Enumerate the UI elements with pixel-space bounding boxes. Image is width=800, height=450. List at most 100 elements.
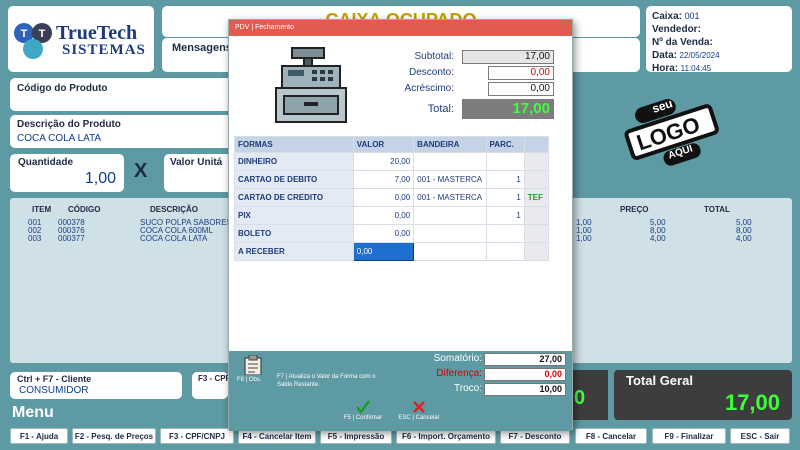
- vendedor-label: Vendedor:: [652, 24, 701, 35]
- quantity-value: 1,00: [84, 170, 116, 187]
- client-label: Ctrl + F7 - Cliente: [17, 374, 92, 384]
- payment-value[interactable]: 0,00: [352, 242, 415, 261]
- product-description-field: Descrição do Produto COCA COLA LATA: [10, 115, 232, 148]
- cancel-label: ESC | Cancelar: [398, 415, 440, 421]
- cancel-button[interactable]: ESC | Cancelar: [397, 399, 441, 427]
- payment-installments[interactable]: 1: [485, 206, 525, 225]
- cpf-field[interactable]: F3 - CPF: [192, 372, 228, 399]
- payment-installments[interactable]: 1: [485, 188, 525, 207]
- payment-value[interactable]: 0,00: [352, 188, 415, 207]
- sales-preco: 4,00: [650, 234, 666, 243]
- payment-row[interactable]: CARTAO DE DEBITO 7,00 001 - MASTERCA 1: [234, 170, 550, 189]
- quantity-label: Quantidade: [18, 157, 74, 168]
- col-parc: PARC.: [485, 136, 525, 153]
- menu-key-1[interactable]: F1 - Ajuda: [10, 428, 68, 444]
- discount-label: Desconto:: [408, 67, 454, 78]
- payment-value[interactable]: 0,00: [352, 224, 415, 243]
- f7-hint: F7 | Atualiza o Valor da Forma com o Sal…: [277, 374, 376, 388]
- client-value: CONSUMIDOR: [19, 385, 89, 396]
- total-geral-value: 17,00: [724, 390, 780, 415]
- payment-card-brand[interactable]: [413, 242, 487, 261]
- col-descricao: DESCRIÇÃO: [150, 205, 199, 214]
- menu-key-2[interactable]: F2 - Pesq. de Preços: [72, 428, 156, 444]
- info-panel: Caixa: 001 Vendedor: Nº da Venda: Data: …: [646, 6, 792, 74]
- payment-row[interactable]: BOLETO 0,00: [234, 224, 550, 243]
- menu-key-10[interactable]: ESC - Sair: [730, 428, 790, 444]
- clipboard-icon: [244, 355, 262, 375]
- col-preco: PREÇO: [620, 205, 649, 214]
- total-geral-panel: Total Geral 17,00: [614, 370, 792, 420]
- logo-stamp: seu LOGO AQUI: [622, 96, 722, 170]
- product-code-label: Código do Produto: [17, 83, 108, 94]
- subtotal-label: Subtotal:: [414, 51, 454, 62]
- payment-header-row: FORMAS VALOR BANDEIRA PARC.: [234, 136, 550, 153]
- payment-row[interactable]: PIX 0,00 1: [234, 206, 550, 225]
- hora-label: Hora:: [652, 63, 679, 74]
- confirm-button[interactable]: F5 | Confirmar: [341, 399, 385, 427]
- payment-value[interactable]: 20,00: [352, 152, 415, 171]
- payment-method: CARTAO DE CREDITO: [234, 188, 354, 207]
- diferenca-value: 0,00: [484, 368, 566, 381]
- sales-descricao: COCA COLA LATA: [140, 234, 208, 243]
- payment-method: PIX: [234, 206, 354, 225]
- caixa-value: 001: [684, 11, 700, 21]
- payment-card-brand[interactable]: [413, 152, 487, 171]
- col-total: TOTAL: [704, 205, 730, 214]
- payment-value[interactable]: 7,00: [352, 170, 415, 189]
- product-description-value: COCA COLA LATA: [17, 133, 102, 144]
- menu-key-8[interactable]: F8 - Cancelar: [575, 428, 647, 444]
- discount-input[interactable]: 0,00: [488, 66, 554, 80]
- total-geral-label: Total Geral: [626, 373, 693, 388]
- partial-total-panel: 0: [572, 370, 608, 420]
- payment-installments[interactable]: [485, 242, 525, 261]
- caixa-label: Caixa:: [652, 11, 683, 22]
- payment-method: BOLETO: [234, 224, 354, 243]
- dialog-title: PDV | Fechamento: [229, 20, 572, 36]
- sales-item: 003: [28, 234, 42, 243]
- somatorio-label: Somatório:: [433, 353, 482, 364]
- hora-value: 11:04:45: [680, 64, 712, 73]
- payment-card-brand[interactable]: [413, 206, 487, 225]
- venda-label: Nº da Venda:: [652, 37, 713, 48]
- data-label: Data:: [652, 50, 678, 61]
- payment-tef: [523, 152, 550, 171]
- menu-title: Menu: [12, 404, 54, 421]
- cancel-x-icon: [413, 401, 425, 413]
- menu-key-3[interactable]: F3 - CPF/CNPJ: [160, 428, 234, 444]
- f8-obs-button[interactable]: F8 | Obs.: [237, 355, 269, 391]
- col-extra: [523, 136, 550, 153]
- quantity-field[interactable]: Quantidade 1,00: [10, 154, 124, 192]
- payment-methods-table: FORMAS VALOR BANDEIRA PARC. DINHEIRO 20,0…: [234, 136, 550, 261]
- payment-tef: [523, 224, 550, 243]
- payment-row[interactable]: DINHEIRO 20,00: [234, 152, 550, 171]
- somatorio-value: 27,00: [484, 353, 566, 366]
- client-field[interactable]: Ctrl + F7 - Cliente CONSUMIDOR: [10, 372, 182, 399]
- dialog-footer: F8 | Obs. F7 | Atualiza o Valor da Forma…: [229, 351, 572, 431]
- payment-tef: TEF: [523, 188, 550, 207]
- total-value: 17,00: [462, 99, 554, 119]
- multiply-symbol: X: [134, 160, 148, 182]
- cash-register-icon: [275, 47, 347, 123]
- payment-installments[interactable]: [485, 224, 525, 243]
- col-formas: FORMAS: [234, 136, 354, 153]
- surcharge-input[interactable]: 0,00: [488, 82, 554, 96]
- product-code-field[interactable]: Código do Produto: [10, 78, 232, 111]
- checkmark-icon: [356, 400, 371, 415]
- payment-installments[interactable]: 1: [485, 170, 525, 189]
- payment-value[interactable]: 0,00: [352, 206, 415, 225]
- cpf-label: F3 - CPF: [198, 374, 228, 383]
- messages-label: Mensagens: [172, 42, 232, 54]
- svg-text:T: T: [21, 28, 28, 40]
- payment-installments[interactable]: [485, 152, 525, 171]
- troco-label: Troco:: [454, 383, 482, 394]
- payment-card-brand[interactable]: [413, 224, 487, 243]
- payment-row[interactable]: A RECEBER 0,00: [234, 242, 550, 261]
- payment-method: A RECEBER: [234, 242, 354, 261]
- payment-card-brand[interactable]: 001 - MASTERCA: [413, 170, 487, 189]
- subtotal-value: 17,00: [462, 50, 554, 64]
- payment-card-brand[interactable]: 001 - MASTERCA: [413, 188, 487, 207]
- payment-row[interactable]: CARTAO DE CREDITO 0,00 001 - MASTERCA 1 TEF: [234, 188, 550, 207]
- col-bandeira: BANDEIRA: [413, 136, 487, 153]
- surcharge-label: Acréscimo:: [404, 83, 454, 94]
- menu-key-9[interactable]: F9 - Finalizar: [652, 428, 726, 444]
